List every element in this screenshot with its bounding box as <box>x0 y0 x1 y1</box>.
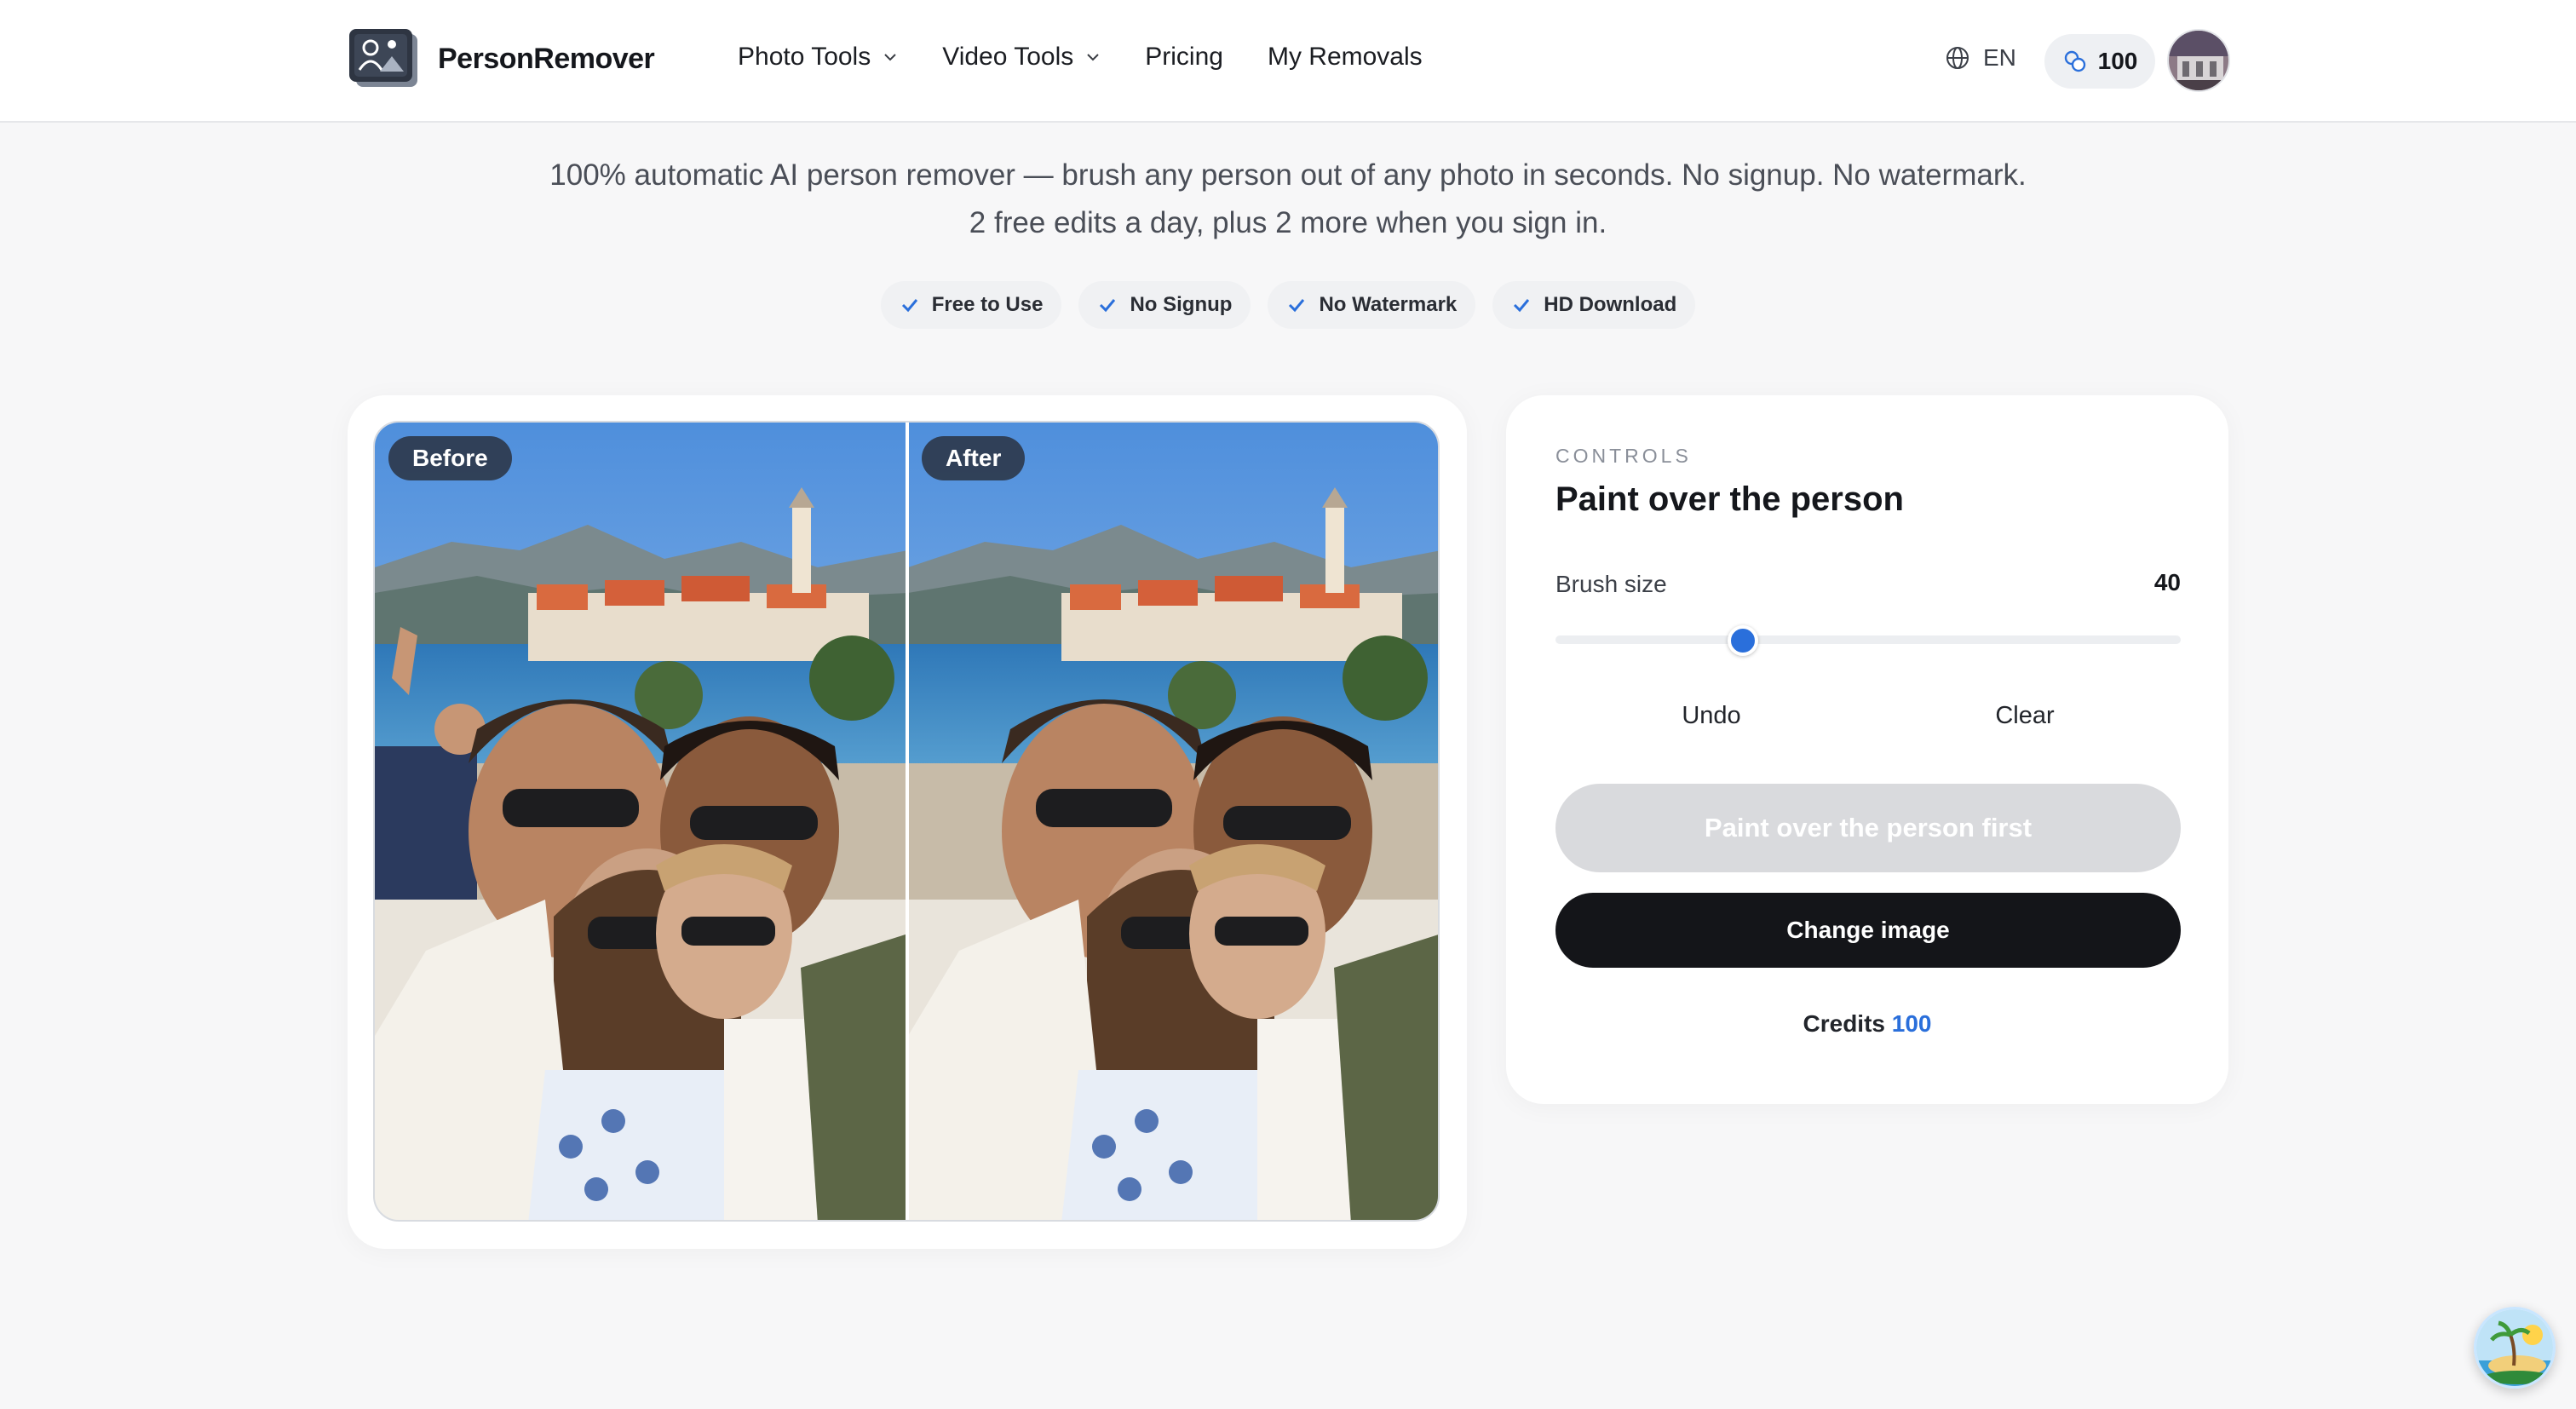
nav-label: Video Tools <box>942 43 1074 71</box>
badge-no-signup: No Signup <box>1078 281 1251 329</box>
nav-label: Photo Tools <box>738 43 871 71</box>
credits-label: Credits <box>1803 1010 1885 1037</box>
check-icon <box>1514 299 1530 313</box>
controls-title: Paint over the person <box>1555 480 1904 518</box>
change-image-button[interactable]: Change image <box>1555 893 2181 968</box>
remove-person-button[interactable]: Paint over the person first <box>1555 784 2181 872</box>
badge-free: Free to Use <box>880 281 1062 329</box>
check-icon <box>1289 299 1305 313</box>
brush-size-label: Brush size <box>1555 571 1667 597</box>
chevron-down-icon <box>884 54 896 61</box>
intro-line-1: 100% automatic AI person remover — brush… <box>549 158 2027 192</box>
badge-no-watermark: No Watermark <box>1268 281 1476 329</box>
badge-label: Free to Use <box>931 293 1044 316</box>
intro-line-2: 2 free edits a day, plus 2 more when you… <box>969 206 1607 239</box>
feature-badges: Free to Use No Signup No Watermark HD Do… <box>0 281 2576 329</box>
language-code: EN <box>1983 44 2016 71</box>
main-nav: Photo Tools Video Tools Pricing My Remov… <box>738 43 1467 72</box>
photo-person-icon <box>348 27 421 90</box>
compare-divider-handle[interactable] <box>906 423 909 1220</box>
top-header: PersonRemover Photo Tools Video Tools Pr… <box>0 0 2576 123</box>
language-selector[interactable]: EN <box>1944 44 2016 72</box>
undo-button[interactable]: Undo <box>1555 685 1867 746</box>
user-avatar[interactable] <box>2167 29 2230 92</box>
badge-label: HD Download <box>1544 293 1677 316</box>
after-photo[interactable]: After <box>908 423 1438 1220</box>
badge-hd-download: HD Download <box>1492 281 1696 329</box>
brand-logo[interactable]: PersonRemover <box>348 27 655 90</box>
nav-pricing[interactable]: Pricing <box>1145 43 1223 72</box>
nav-photo-tools[interactable]: Photo Tools <box>738 43 898 72</box>
credits-value: 100 <box>1891 1010 1932 1037</box>
brush-size-value: 40 <box>2153 569 2181 595</box>
credits-summary: Credits 100 <box>1506 1010 2228 1038</box>
badge-label: No Signup <box>1130 293 1233 316</box>
badge-label: No Watermark <box>1319 293 1458 316</box>
beach-island-icon[interactable] <box>2474 1307 2556 1389</box>
slider-thumb[interactable] <box>1728 625 1759 656</box>
intro-text: 100% automatic AI person remover — brush… <box>0 152 2576 247</box>
check-icon <box>1100 299 1116 313</box>
credits-pill[interactable]: 100 <box>2044 34 2155 89</box>
brand-name: PersonRemover <box>438 42 655 75</box>
nav-my-removals[interactable]: My Removals <box>1268 43 1423 72</box>
coins-icon <box>2064 50 2085 72</box>
nav-label: My Removals <box>1267 43 1423 71</box>
nav-video-tools[interactable]: Video Tools <box>942 43 1101 72</box>
brush-size-slider[interactable] <box>1555 625 2181 656</box>
check-icon <box>901 299 917 313</box>
clear-button[interactable]: Clear <box>1869 685 2181 746</box>
chevron-down-icon <box>1087 54 1099 61</box>
globe-icon <box>1946 47 1969 69</box>
nav-label: Pricing <box>1145 43 1223 71</box>
comparison-viewer[interactable]: Before After <box>373 421 1440 1222</box>
before-label: Before <box>388 436 512 480</box>
controls-eyebrow: CONTROLS <box>1555 445 1692 467</box>
before-photo[interactable]: Before <box>375 423 908 1220</box>
after-label: After <box>922 436 1026 480</box>
before-after-card: Before After <box>348 395 1467 1249</box>
credits-count: 100 <box>2097 48 2138 74</box>
controls-panel: CONTROLS Paint over the person Brush siz… <box>1506 395 2228 1104</box>
